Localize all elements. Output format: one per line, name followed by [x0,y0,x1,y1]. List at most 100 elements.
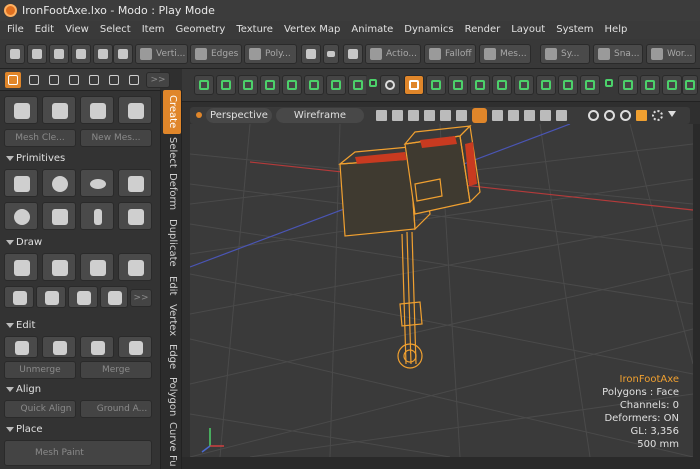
tab-scale[interactable] [126,72,142,88]
dots-display-icon[interactable] [424,110,435,121]
texture-display-icon[interactable] [408,110,419,121]
menu-help[interactable]: Help [598,21,632,39]
vtab-polygon[interactable]: Polygon [163,376,181,418]
menu-select[interactable]: Select [93,21,135,39]
bezier-draw-button[interactable] [80,253,114,281]
pen-tool-button[interactable] [4,253,38,281]
section-place[interactable]: Place [4,423,156,437]
material-mode-button[interactable] [301,44,321,64]
menu-system[interactable]: System [549,21,597,39]
paste-button[interactable] [80,336,114,358]
tab-sculpt[interactable] [66,72,82,88]
normals-display-icon[interactable] [540,110,551,121]
green-tool-6-button[interactable] [304,75,324,95]
gear-icon[interactable] [652,110,663,121]
mesh-cleanup-button[interactable]: Mesh Cle... [4,129,76,147]
menu-animate[interactable]: Animate [344,21,397,39]
workplane-button[interactable]: Wor... [646,44,696,64]
menu-item[interactable]: Item [135,21,169,39]
draw-more-button[interactable]: >> [130,289,152,307]
vtab-fusion[interactable]: Fu [163,454,181,468]
tab-grid[interactable] [26,72,42,88]
new-mesh-button[interactable]: New Mes... [80,129,152,147]
green-tool-3-button[interactable] [238,75,258,95]
zoom-view-icon[interactable] [620,110,631,121]
tube-primitive-button[interactable] [80,202,114,230]
green-tool-9-button[interactable] [426,75,446,95]
tab-animate[interactable] [106,72,122,88]
sketch-draw-button[interactable] [118,253,152,281]
section-align[interactable]: Align [4,383,156,397]
mesh-paint-button[interactable]: Mesh Paint [4,440,152,466]
green-tool-12-button[interactable] [492,75,512,95]
curve-tool-3-button[interactable] [68,286,98,308]
green-tool-5-button[interactable] [282,75,302,95]
menu-geometry[interactable]: Geometry [168,21,229,39]
unmerge-button[interactable]: Unmerge [4,361,76,379]
paint-select-button[interactable] [93,44,113,64]
menu-edit[interactable]: Edit [28,21,58,39]
edges-mode-button[interactable]: Edges [190,44,242,64]
snap-button[interactable]: Sna... [593,44,643,64]
torus-primitive-button[interactable] [4,202,38,230]
checker-icon[interactable] [376,110,387,121]
delete-button[interactable] [118,336,152,358]
add-tool-button[interactable] [366,75,380,95]
polygons-mode-button[interactable]: Poly... [244,44,297,64]
cube-primitive-button[interactable] [4,169,38,197]
viewport-menu-dot-icon[interactable] [196,112,202,118]
cut-button[interactable] [4,336,38,358]
copy-button[interactable] [42,336,76,358]
menu-view[interactable]: View [58,21,93,39]
vtab-edge[interactable]: Edge [163,342,181,372]
item-select-button[interactable] [113,44,133,64]
merge-button[interactable]: Merge [80,361,152,379]
wire-display-icon[interactable] [508,110,519,121]
lasso-button[interactable] [71,44,91,64]
menu-file[interactable]: File [0,21,28,39]
item-mode-button[interactable] [5,44,25,64]
green-tool-20-button[interactable] [682,75,698,95]
curve-tool-4-button[interactable] [100,286,128,308]
lock-display-icon[interactable] [492,110,503,121]
vtab-deform[interactable]: Deform [163,172,181,212]
green-tool-10-button[interactable] [448,75,468,95]
select-arrow-button[interactable] [27,44,47,64]
ground-align-button[interactable]: Ground A... [80,400,152,418]
falloff-button[interactable]: Falloff [424,44,476,64]
curve-tool-1-button[interactable] [4,286,34,308]
green-tool-7-button[interactable] [326,75,346,95]
select-through-button[interactable] [49,44,69,64]
3d-viewport[interactable]: IronFootAxe Polygons : Face Channels: 0 … [190,124,693,457]
soft-drag-button[interactable] [80,96,114,124]
green-tool-1-button[interactable] [194,75,214,95]
action-center-button[interactable]: Actio... [365,44,421,64]
vtab-curve[interactable]: Curve [163,422,181,452]
vertices-mode-button[interactable]: Verti... [135,44,188,64]
section-edit[interactable]: Edit [4,319,156,333]
cylinder-primitive-button[interactable] [42,202,76,230]
tab-uv[interactable] [46,72,62,88]
vtab-select[interactable]: Select [163,136,181,168]
text-primitive-button[interactable] [118,202,152,230]
auto-select-button[interactable] [343,44,363,64]
tab-modeling[interactable] [5,72,21,88]
grid-display-icon[interactable] [392,110,403,121]
symmetry-button[interactable]: Sy... [540,44,590,64]
search-tool-button[interactable] [380,75,400,95]
element-move-button[interactable] [118,96,152,124]
vtab-duplicate[interactable]: Duplicate [163,216,181,270]
transparency-icon[interactable] [440,110,451,121]
tool-tabs-more-button[interactable]: >> [146,72,170,88]
skeleton-display-icon[interactable] [472,108,487,123]
green-tool-11-button[interactable] [470,75,490,95]
green-tool-19-button[interactable] [662,75,682,95]
rotate-view-icon[interactable] [604,110,615,121]
green-tool-18-button[interactable] [640,75,660,95]
vtab-vertex[interactable]: Vertex [163,302,181,338]
menu-vertex-map[interactable]: Vertex Map [277,21,344,39]
cone-primitive-button[interactable] [118,169,152,197]
mesh-button[interactable]: Mes... [479,44,531,64]
green-tool-2-button[interactable] [216,75,236,95]
lights-icon[interactable] [456,110,467,121]
